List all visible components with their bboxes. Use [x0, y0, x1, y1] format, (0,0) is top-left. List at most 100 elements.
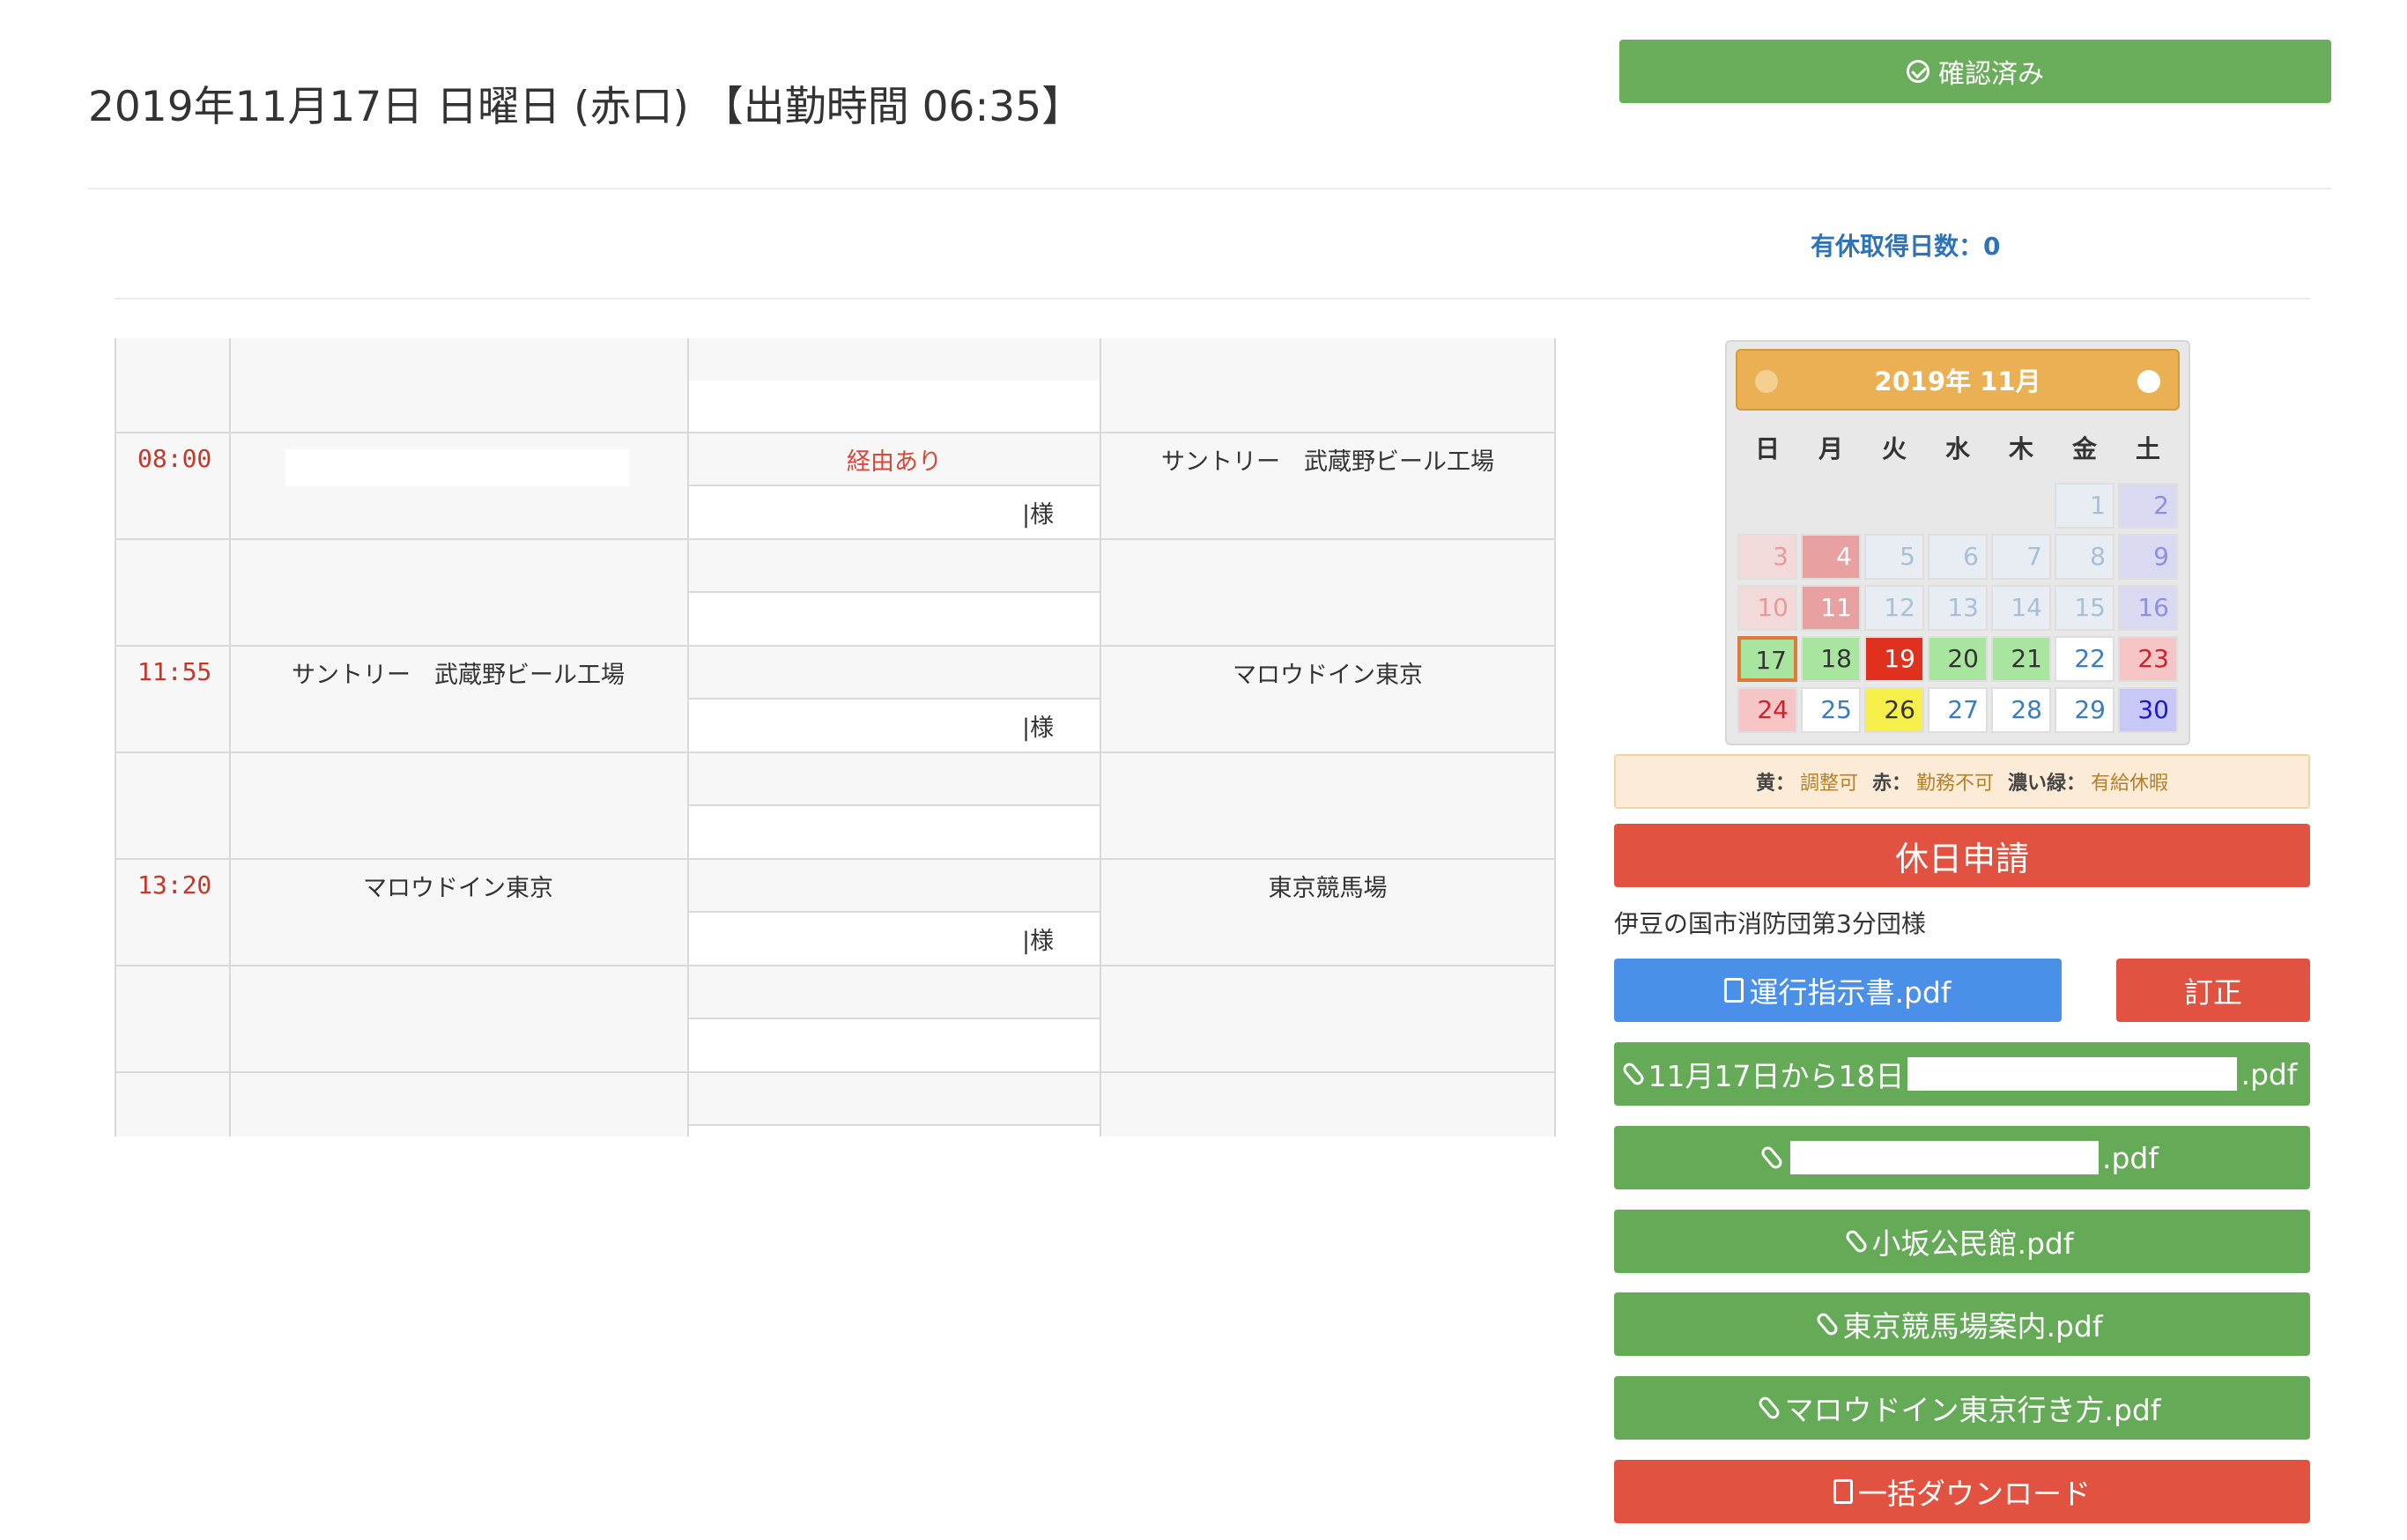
calendar-day[interactable]: 10 — [1737, 585, 1797, 631]
calendar-day[interactable]: 28 — [1991, 687, 2051, 733]
legend-green-key: 濃い緑： — [2008, 773, 2086, 795]
bulk-download-button[interactable]: 一括ダウンロード — [1614, 1460, 2310, 1523]
paperclip-icon — [1759, 1144, 1785, 1172]
calendar-day[interactable]: 4 — [1801, 534, 1861, 580]
calendar-day[interactable]: 12 — [1864, 585, 1924, 631]
file-extension: .pdf — [2101, 1140, 2159, 1175]
calendar-header: 2019年 11月 — [1736, 349, 2180, 411]
confirmed-button[interactable]: 確認済み — [1619, 40, 2331, 103]
calendar-legend: 黄： 調整可 赤： 勤務不可 濃い緑： 有給休暇 — [1614, 754, 2310, 809]
month-calendar: 2019年 11月 日月火水木金土 1 2 3 4 5 6 7 8 9 10 11 12 13 14 15 1… — [1725, 340, 2190, 745]
calendar-day[interactable]: 16 — [2118, 585, 2178, 631]
destination: サントリー 武蔵野ビール工場 — [1161, 448, 1494, 476]
calendar-day[interactable]: 6 — [1928, 534, 1988, 580]
client-name: |様 — [1022, 501, 1055, 529]
paperclip-icon — [1757, 1394, 1782, 1422]
time-cell: 11:55 — [137, 657, 212, 686]
calendar-day[interactable]: 11 — [1801, 585, 1861, 631]
calendar-day[interactable]: 21 — [1991, 636, 2051, 682]
check-circle-icon — [1907, 60, 1929, 83]
legend-red-key: 赤： — [1871, 773, 1911, 795]
attachment-button[interactable]: 11月17日から18日 .pdf — [1614, 1042, 2310, 1106]
calendar-day[interactable]: 29 — [2055, 687, 2114, 733]
via-cell — [689, 1073, 1100, 1126]
weekday-label: 木 — [2008, 434, 2033, 463]
calendar-day[interactable]: 24 — [1737, 687, 1797, 733]
calendar-day[interactable]: 5 — [1864, 534, 1924, 580]
calendar-day[interactable]: 7 — [1991, 534, 2051, 580]
from-field — [285, 449, 629, 486]
calendar-day[interactable]: 25 — [1801, 687, 1861, 733]
organization-name: 伊豆の国市消防団第3分団様 — [1614, 909, 1926, 938]
legend-green-value: 有給休暇 — [2091, 773, 2169, 795]
weekday-label: 火 — [1881, 434, 1907, 463]
attachment-button[interactable]: 小坂公民館.pdf — [1614, 1210, 2310, 1273]
confirmed-label: 確認済み — [1938, 59, 2044, 90]
attachment-label: 11月17日から18日 — [1648, 1059, 1905, 1093]
paperclip-icon — [1844, 1227, 1870, 1255]
pdf-file-icon — [1833, 1479, 1853, 1504]
calendar-day[interactable]: 23 — [2118, 636, 2178, 682]
destination: マロウドイン東京 — [1233, 662, 1423, 689]
calendar-day[interactable]: 26 — [1864, 687, 1924, 733]
client-cell — [689, 806, 1100, 860]
attachment-button[interactable]: 東京競馬場案内.pdf — [1614, 1292, 2310, 1356]
client-name: |様 — [1022, 714, 1055, 742]
via-cell — [689, 540, 1100, 593]
calendar-day[interactable]: 8 — [2055, 534, 2114, 580]
calendar-day[interactable]: 13 — [1928, 585, 1988, 631]
calendar-day[interactable]: 30 — [2118, 687, 2178, 733]
calendar-day[interactable]: 2 — [2118, 483, 2178, 529]
client-cell — [689, 1126, 1100, 1136]
weekday-label: 日 — [1754, 434, 1780, 463]
time-cell: 13:20 — [137, 870, 212, 900]
attachment-label: マロウドイン東京行き方.pdf — [1784, 1393, 2161, 1427]
paperclip-icon — [1815, 1310, 1840, 1338]
calendar-day[interactable]: 17 — [1737, 636, 1797, 682]
instruction-pdf-button[interactable]: 運行指示書.pdf — [1614, 959, 2062, 1022]
redacted-filename — [1789, 1141, 2099, 1174]
prev-month-icon[interactable] — [1755, 370, 1778, 393]
calendar-day[interactable]: 15 — [2055, 585, 2114, 631]
weekday-label: 金 — [2071, 434, 2097, 463]
calendar-day[interactable]: 14 — [1991, 585, 2051, 631]
holiday-request-button[interactable]: 休日申請 — [1614, 824, 2310, 887]
correction-button[interactable]: 訂正 — [2116, 959, 2310, 1022]
time-cell: 08:00 — [137, 444, 212, 473]
calendar-day[interactable]: 3 — [1737, 534, 1797, 580]
calendar-day[interactable]: 18 — [1801, 636, 1861, 682]
pdf-file-icon — [1724, 978, 1744, 1003]
bulk-download-label: 一括ダウンロード — [1858, 1477, 2091, 1511]
header-divider — [88, 188, 2331, 189]
calendar-day[interactable]: 22 — [2055, 636, 2114, 682]
origin: サントリー 武蔵野ビール工場 — [292, 662, 625, 689]
origin: マロウドイン東京 — [363, 875, 553, 902]
page-title: 2019年11月17日 日曜日 (赤口) 【出勤時間 06:35】 — [88, 83, 1084, 131]
redacted-filename — [1907, 1057, 2238, 1091]
schedule-table: 08:00 経由あり |様 サントリー 武蔵野ビール工場 11:55 サントリー… — [115, 338, 1556, 1136]
calendar-month-title: 2019年 11月 — [1874, 366, 2041, 396]
section-divider — [115, 298, 2310, 300]
attachment-button[interactable]: .pdf — [1614, 1126, 2310, 1189]
via-cell — [689, 753, 1100, 806]
weekday-label: 土 — [2135, 434, 2160, 463]
paid-leave-count: 有休取得日数：0 — [1811, 232, 2001, 261]
client-cell — [689, 1019, 1100, 1073]
legend-red-value: 勤務不可 — [1916, 773, 1995, 795]
next-month-icon[interactable] — [2137, 370, 2160, 393]
attachment-button[interactable]: マロウドイン東京行き方.pdf — [1614, 1376, 2310, 1440]
calendar-day[interactable]: 20 — [1928, 636, 1988, 682]
instruction-pdf-label: 運行指示書.pdf — [1749, 975, 1952, 1010]
attachment-label: 小坂公民館.pdf — [1871, 1226, 2074, 1261]
calendar-day[interactable]: 1 — [2055, 483, 2114, 529]
calendar-day[interactable]: 27 — [1928, 687, 1988, 733]
calendar-day[interactable]: 9 — [2118, 534, 2178, 580]
legend-yellow-value: 調整可 — [1799, 773, 1858, 795]
file-extension: .pdf — [2240, 1056, 2298, 1092]
calendar-day[interactable]: 19 — [1864, 636, 1924, 682]
weekday-label: 月 — [1818, 434, 1843, 463]
via-cell — [689, 647, 1100, 700]
via-cell — [689, 433, 1100, 486]
legend-yellow-key: 黄： — [1755, 773, 1795, 795]
via-cell — [689, 860, 1100, 913]
